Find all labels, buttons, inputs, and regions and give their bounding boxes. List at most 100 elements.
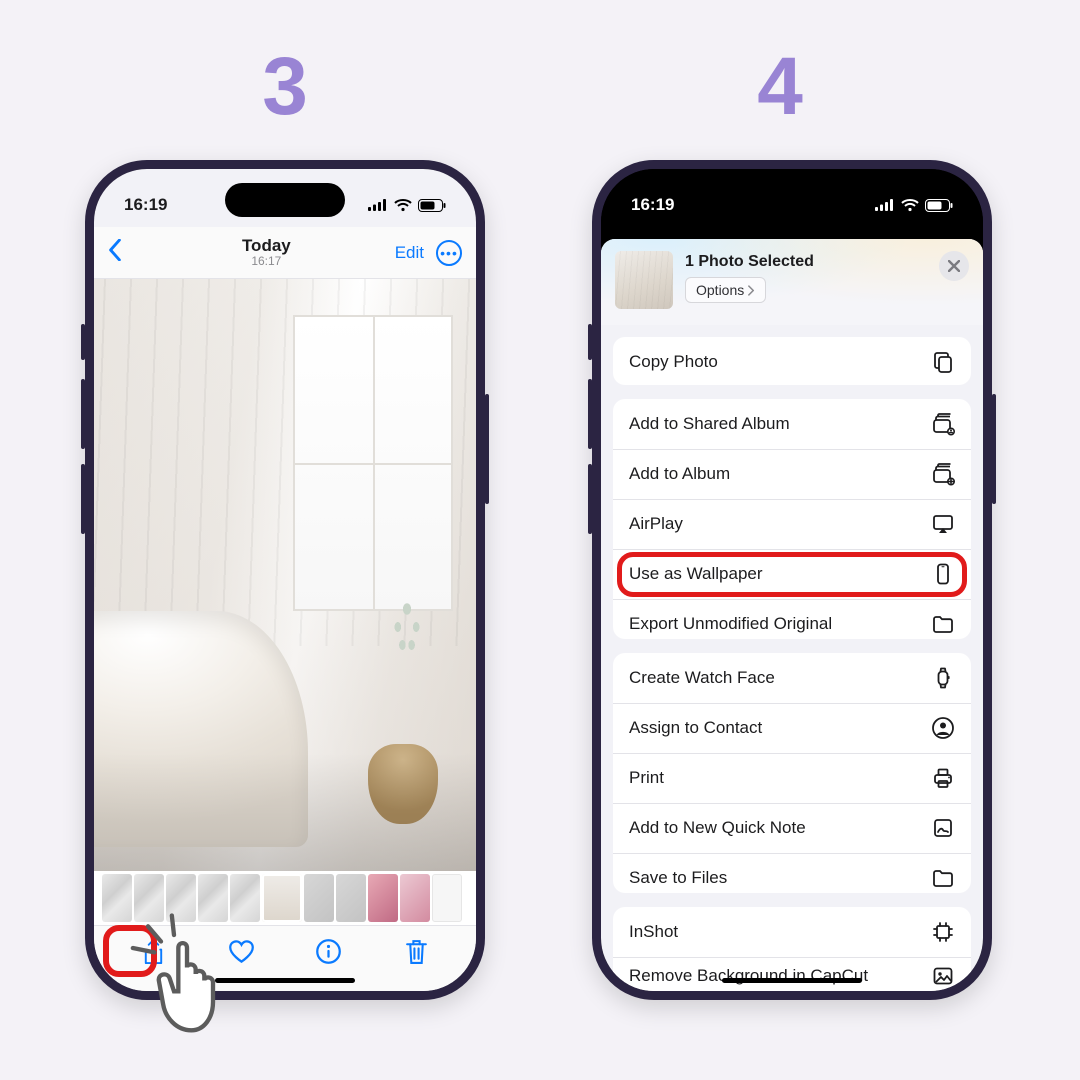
action-row[interactable]: Save to Files	[613, 853, 971, 893]
screen: 16:19 Today 16:17 Edit ••	[94, 169, 476, 991]
action-label: Add to New Quick Note	[629, 818, 931, 838]
action-row[interactable]: Add to Shared Album	[613, 399, 971, 449]
status-icons	[875, 199, 953, 212]
close-icon	[948, 260, 960, 272]
thumbnail[interactable]	[198, 874, 228, 922]
action-label: Copy Photo	[629, 352, 931, 372]
photo-viewer[interactable]	[94, 279, 476, 871]
status-time: 16:19	[124, 195, 167, 215]
action-label: Use as Wallpaper	[629, 564, 931, 584]
thumbnail[interactable]	[166, 874, 196, 922]
action-group: Add to Shared Album Add to Album AirPlay Us…	[613, 399, 971, 639]
folder-icon	[931, 612, 955, 636]
watch-icon	[931, 666, 955, 690]
folder-icon	[931, 866, 955, 890]
share-button[interactable]	[140, 938, 167, 970]
action-label: Save to Files	[629, 868, 931, 888]
home-indicator[interactable]	[722, 978, 862, 983]
action-label: AirPlay	[629, 514, 931, 534]
dynamic-island	[732, 183, 852, 217]
cellular-icon	[368, 199, 388, 211]
share-icon	[140, 938, 167, 965]
back-button[interactable]	[108, 237, 138, 268]
airplay-icon	[931, 512, 955, 536]
action-label: Add to Shared Album	[629, 414, 931, 434]
nav-bar: Today 16:17 Edit •••	[94, 227, 476, 279]
thumbnail[interactable]	[336, 874, 366, 922]
chevron-right-icon	[748, 285, 755, 296]
action-row[interactable]: Create Watch Face	[613, 653, 971, 703]
thumbnail[interactable]	[432, 874, 462, 922]
step-label-4: 4	[720, 40, 840, 134]
action-row[interactable]: InShot	[613, 907, 971, 957]
trash-icon	[403, 938, 430, 965]
action-row[interactable]: Export Unmodified Original	[613, 599, 971, 639]
action-group: Create Watch Face Assign to Contact Print A…	[613, 653, 971, 893]
thumbnail[interactable]	[102, 874, 132, 922]
action-row[interactable]: Copy Photo	[613, 337, 971, 385]
action-row[interactable]: Add to New Quick Note	[613, 803, 971, 853]
thumbnail[interactable]	[134, 874, 164, 922]
phone-step-3: 16:19 Today 16:17 Edit ••	[85, 160, 485, 1000]
cellular-icon	[875, 199, 895, 211]
thumbnail[interactable]	[368, 874, 398, 922]
share-sheet: 1 Photo Selected Options Copy Photo Add t…	[601, 239, 983, 991]
action-label: Add to Album	[629, 464, 931, 484]
thumbnail[interactable]	[230, 874, 260, 922]
trash-button[interactable]	[403, 938, 430, 970]
action-row[interactable]: Add to Album	[613, 449, 971, 499]
wifi-icon	[901, 199, 919, 212]
close-button[interactable]	[939, 251, 969, 281]
nav-title: Today 16:17	[138, 236, 395, 269]
phone-step-4: 16:19 1 Photo Selected Options	[592, 160, 992, 1000]
action-label: InShot	[629, 922, 931, 942]
action-label: Remove Background in CapCut	[629, 966, 931, 986]
wallpaper-icon	[931, 562, 955, 586]
quicknote-icon	[931, 816, 955, 840]
thumbnail-strip[interactable]	[94, 871, 476, 925]
status-time: 16:19	[631, 195, 674, 215]
action-label: Create Watch Face	[629, 668, 931, 688]
action-label: Export Unmodified Original	[629, 614, 931, 634]
copy-icon	[931, 350, 955, 374]
options-button[interactable]: Options	[685, 277, 766, 303]
nav-title-primary: Today	[138, 236, 395, 256]
action-label: Assign to Contact	[629, 718, 931, 738]
battery-icon	[418, 199, 446, 212]
wifi-icon	[394, 199, 412, 212]
battery-icon	[925, 199, 953, 212]
share-sheet-header: 1 Photo Selected Options	[601, 239, 983, 325]
action-row[interactable]: Use as Wallpaper	[613, 549, 971, 599]
ellipsis-icon: •••	[440, 246, 458, 260]
action-row[interactable]: Assign to Contact	[613, 703, 971, 753]
share-sheet-title: 1 Photo Selected	[685, 253, 814, 271]
action-group: Copy Photo	[613, 337, 971, 385]
chevron-left-icon	[108, 239, 122, 261]
share-sheet-body[interactable]: Copy Photo Add to Shared Album Add to Albu…	[601, 325, 983, 991]
info-button[interactable]	[315, 938, 342, 970]
status-icons	[368, 199, 446, 212]
nav-title-secondary: 16:17	[138, 255, 395, 269]
more-button[interactable]: •••	[436, 240, 462, 266]
contact-icon	[931, 716, 955, 740]
action-label: Print	[629, 768, 931, 788]
favorite-button[interactable]	[228, 938, 255, 970]
screen: 16:19 1 Photo Selected Options	[601, 169, 983, 991]
action-row[interactable]: Remove Background in CapCut	[613, 957, 971, 991]
inshot-icon	[931, 920, 955, 944]
print-icon	[931, 766, 955, 790]
add-album-icon	[931, 462, 955, 486]
thumbnail[interactable]	[400, 874, 430, 922]
thumbnail-selected[interactable]	[262, 874, 302, 922]
edit-button[interactable]: Edit	[395, 243, 424, 263]
thumbnail[interactable]	[304, 874, 334, 922]
image-icon	[931, 964, 955, 988]
share-sheet-thumb	[615, 251, 673, 309]
home-indicator[interactable]	[215, 978, 355, 983]
heart-icon	[228, 938, 255, 965]
step-label-3: 3	[225, 40, 345, 134]
shared-album-icon	[931, 412, 955, 436]
options-label: Options	[696, 282, 744, 298]
action-row[interactable]: AirPlay	[613, 499, 971, 549]
action-row[interactable]: Print	[613, 753, 971, 803]
